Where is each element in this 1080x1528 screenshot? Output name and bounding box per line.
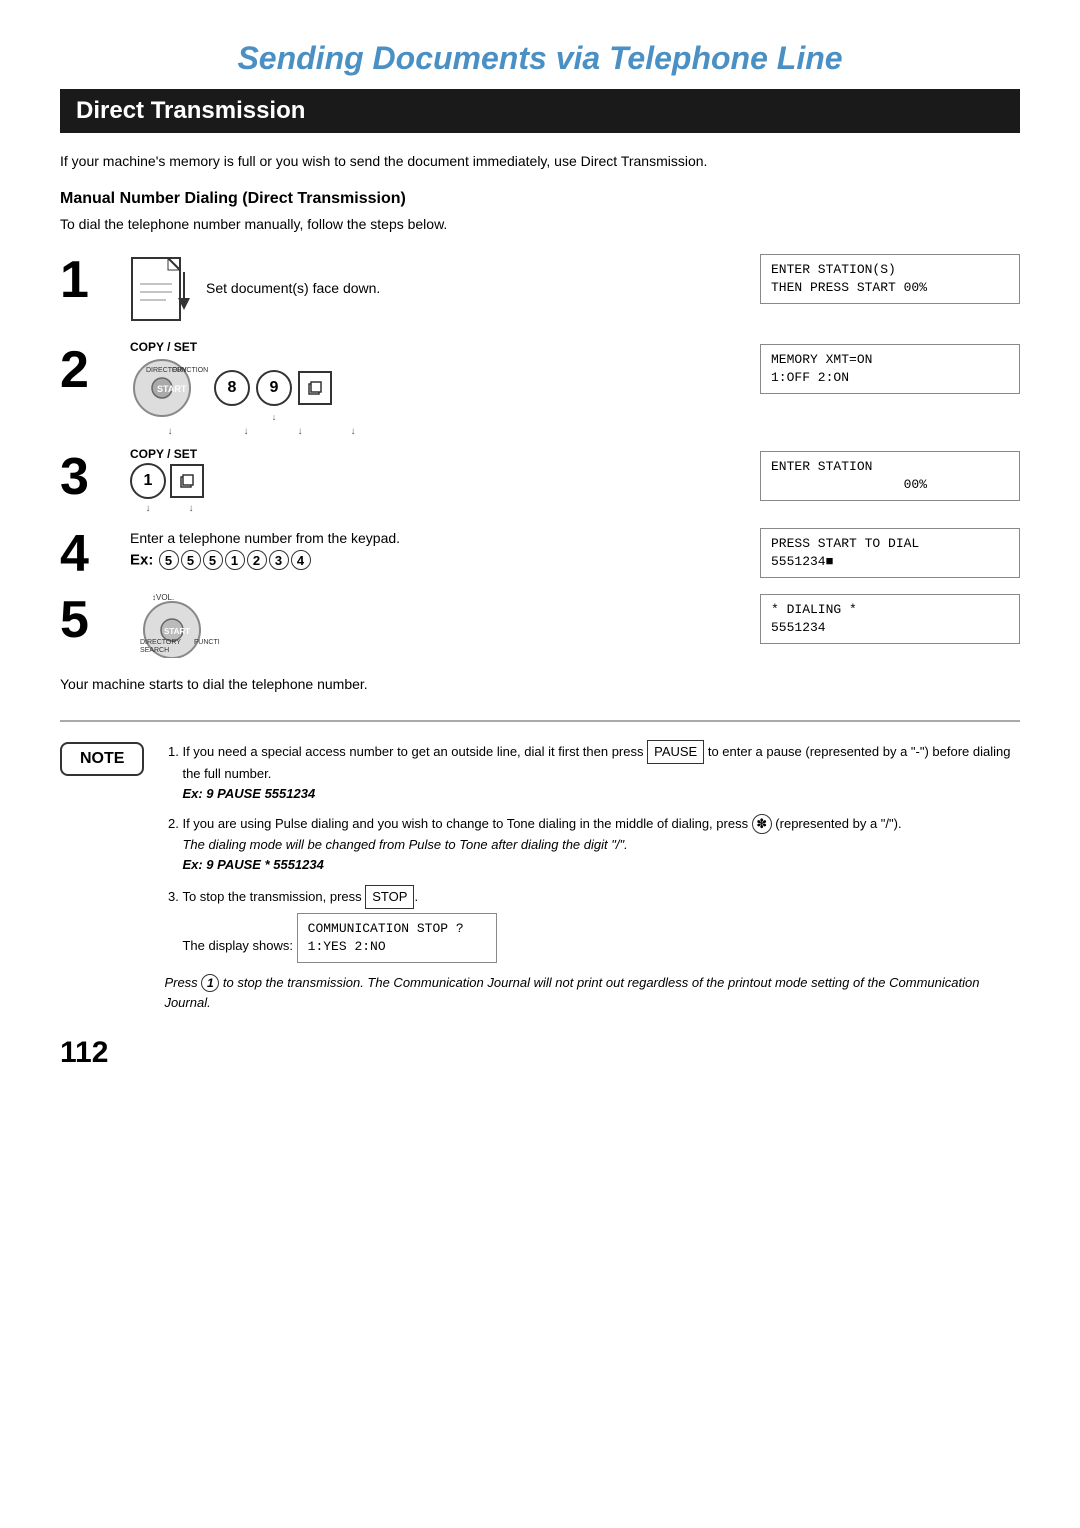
section-divider: [60, 720, 1020, 722]
page-title: Sending Documents via Telephone Line: [60, 40, 1020, 77]
step-4-ex: Ex: 5551234: [130, 550, 760, 570]
section-header: Direct Transmission: [60, 89, 1020, 133]
step-2-number: 2: [60, 344, 120, 396]
lcd-box-1: ENTER STATION(S) THEN PRESS START 00%: [760, 254, 1020, 304]
stop-button-inline: STOP: [365, 885, 414, 909]
svg-text:SEARCH: SEARCH: [140, 647, 169, 654]
step-2-content: COPY / SET START DIRECTORY FUNCTION 8 9 …: [120, 340, 760, 437]
bottom-note: Press 1 to stop the transmission. The Co…: [164, 973, 1020, 1012]
note-2-example: Ex: 9 PAUSE * 5551234: [182, 857, 323, 872]
step-1-number: 1: [60, 254, 120, 306]
step-4-content: Enter a telephone number from the keypad…: [120, 524, 760, 572]
machine-icon-5: ↕VOL. START DIRECTORY SEARCH FUNCTION: [130, 590, 220, 658]
lcd-box-5: * DIALING * 5551234: [760, 594, 1020, 644]
svg-text:↕VOL.: ↕VOL.: [152, 593, 174, 602]
step-2-row: 2 COPY / SET START DIRECTORY FUNCTION 8 …: [60, 340, 1020, 437]
step-5-number: 5: [60, 594, 120, 646]
step-5-desc: Your machine starts to dial the telephon…: [60, 676, 1020, 692]
note-item-3: To stop the transmission, press STOP. Th…: [182, 885, 1020, 964]
lcd-box-note: COMMUNICATION STOP ? 1:YES 2:NO: [297, 913, 497, 963]
step-5-row: 5 ↕VOL. START DIRECTORY SEARCH FUNCTION …: [60, 590, 1020, 658]
machine-icon-2: START DIRECTORY FUNCTION: [130, 356, 210, 420]
step-4-lcd: PRESS START TO DIAL 5551234■: [760, 524, 1020, 578]
subsection-desc: To dial the telephone number manually, f…: [60, 216, 1020, 232]
step-3-number: 3: [60, 451, 120, 503]
key-copy-sq-2: [298, 371, 332, 405]
key-copy-sq-3: [170, 464, 204, 498]
steps-area: 1: [60, 250, 1020, 668]
svg-text:FUNCTION: FUNCTION: [172, 367, 208, 374]
step-3-keys: 1: [130, 463, 760, 499]
key-1: 1: [130, 463, 166, 499]
note-section: NOTE If you need a special access number…: [60, 740, 1020, 1012]
step-1-lcd: ENTER STATION(S) THEN PRESS START 00%: [760, 250, 1020, 304]
note-1-example: Ex: 9 PAUSE 5551234: [182, 786, 315, 801]
star-button-inline: ✽: [752, 814, 772, 834]
svg-text:DIRECTORY: DIRECTORY: [140, 639, 181, 646]
display-shows-label: The display shows:: [182, 938, 293, 953]
note-badge: NOTE: [60, 742, 144, 776]
step-3-row: 3 COPY / SET 1 ↓ ↓ ENTER STATION 00%: [60, 447, 1020, 514]
lcd-box-3: ENTER STATION 00%: [760, 451, 1020, 501]
lcd-box-4: PRESS START TO DIAL 5551234■: [760, 528, 1020, 578]
step-5-lcd: * DIALING * 5551234: [760, 590, 1020, 644]
document-icon: [130, 256, 190, 326]
step-1-row: 1: [60, 250, 1020, 330]
svg-text:START: START: [157, 384, 187, 394]
step-2-machine: START DIRECTORY FUNCTION 8 9 ↓: [130, 356, 760, 420]
step-4-row: 4 Enter a telephone number from the keyp…: [60, 524, 1020, 580]
page-number: 112: [60, 1036, 1020, 1070]
key-8: 8: [214, 370, 250, 406]
step-1-desc: Set document(s) face down.: [206, 280, 380, 296]
note-item-2: If you are using Pulse dialing and you w…: [182, 814, 1020, 874]
step-3-copy-set-label: COPY / SET: [130, 447, 760, 461]
step-3-content: COPY / SET 1 ↓ ↓: [120, 447, 760, 514]
step-2-copy-set-label: COPY / SET: [130, 340, 760, 354]
step-2-lcd: MEMORY XMT=ON 1:OFF 2:ON: [760, 340, 1020, 394]
press-1-circle: 1: [201, 974, 219, 992]
note-content: If you need a special access number to g…: [164, 740, 1020, 1012]
step-4-desc: Enter a telephone number from the keypad…: [130, 530, 760, 546]
step-5-machine: ↕VOL. START DIRECTORY SEARCH FUNCTION: [130, 590, 760, 658]
lcd-box-2: MEMORY XMT=ON 1:OFF 2:ON: [760, 344, 1020, 394]
pause-button-inline: PAUSE: [647, 740, 704, 764]
step-5-content: ↕VOL. START DIRECTORY SEARCH FUNCTION: [120, 590, 760, 658]
press-label: Press: [164, 975, 201, 990]
step-1-content: Set document(s) face down.: [120, 250, 760, 330]
key-9: 9: [256, 370, 292, 406]
svg-text:FUNCTION: FUNCTION: [194, 639, 220, 646]
subsection-title: Manual Number Dialing (Direct Transmissi…: [60, 190, 1020, 208]
note-item-1: If you need a special access number to g…: [182, 740, 1020, 804]
svg-text:START: START: [164, 627, 190, 636]
step-3-lcd: ENTER STATION 00%: [760, 447, 1020, 501]
intro-text: If your machine's memory is full or you …: [60, 151, 1020, 172]
note-2-italic-1: The dialing mode will be changed from Pu…: [182, 837, 627, 852]
step-4-number: 4: [60, 528, 120, 580]
